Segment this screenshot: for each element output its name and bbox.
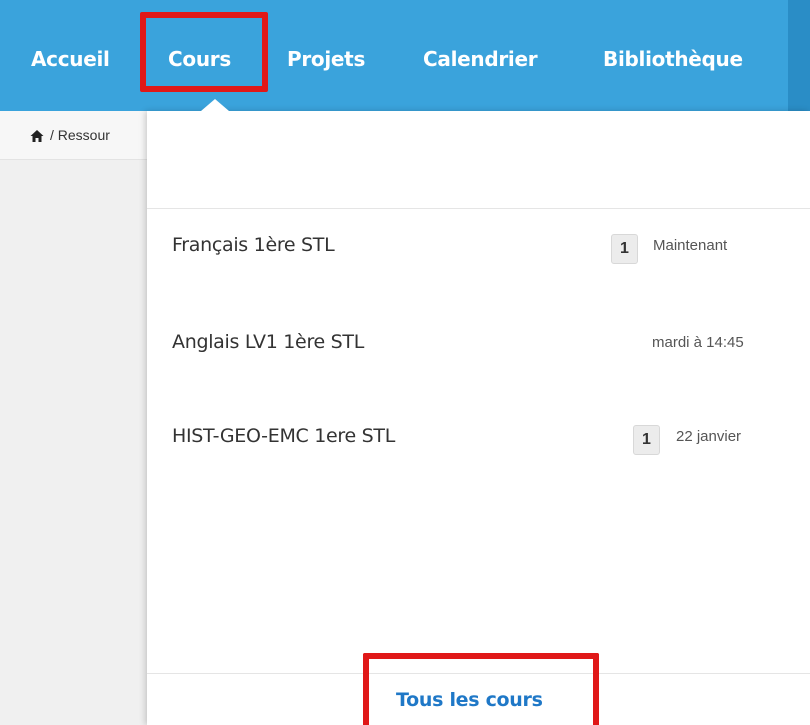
course-time: mardi à 14:45 xyxy=(652,334,744,351)
course-item[interactable]: Français 1ère STL 1 Maintenant xyxy=(147,234,810,294)
course-time: 22 janvier xyxy=(676,428,742,445)
notification-badge: 1 xyxy=(633,425,660,455)
notification-badge: 1 xyxy=(611,234,638,264)
course-time: Maintenant xyxy=(653,237,728,254)
nav-item-bibliotheque[interactable]: Bibliothèque xyxy=(603,45,743,73)
highlight-box-all-courses xyxy=(363,653,599,725)
course-item[interactable]: Anglais LV1 1ère STL mardi à 14:45 xyxy=(147,331,810,391)
nav-item-projets[interactable]: Projets xyxy=(287,45,365,73)
course-name[interactable]: Français 1ère STL xyxy=(172,234,335,256)
home-icon[interactable] xyxy=(30,129,44,143)
courses-dropdown: Français 1ère STL 1 Maintenant Anglais L… xyxy=(147,111,810,725)
breadcrumb: / Ressour xyxy=(0,111,148,160)
breadcrumb-text[interactable]: / Ressour xyxy=(50,127,110,143)
highlight-box-cours xyxy=(140,12,268,92)
course-name[interactable]: Anglais LV1 1ère STL xyxy=(172,331,364,353)
course-item[interactable]: HIST-GEO-EMC 1ere STL 1 22 janvier xyxy=(147,425,810,485)
top-navbar: Accueil Cours Projets Calendrier Bibliot… xyxy=(0,0,810,111)
course-name[interactable]: HIST-GEO-EMC 1ere STL xyxy=(172,425,395,447)
navbar-overflow-edge xyxy=(788,0,810,111)
dropdown-caret xyxy=(201,99,229,111)
nav-item-accueil[interactable]: Accueil xyxy=(31,45,110,73)
dropdown-divider xyxy=(147,208,810,209)
page: Accueil Cours Projets Calendrier Bibliot… xyxy=(0,0,810,725)
nav-item-calendrier[interactable]: Calendrier xyxy=(423,45,538,73)
